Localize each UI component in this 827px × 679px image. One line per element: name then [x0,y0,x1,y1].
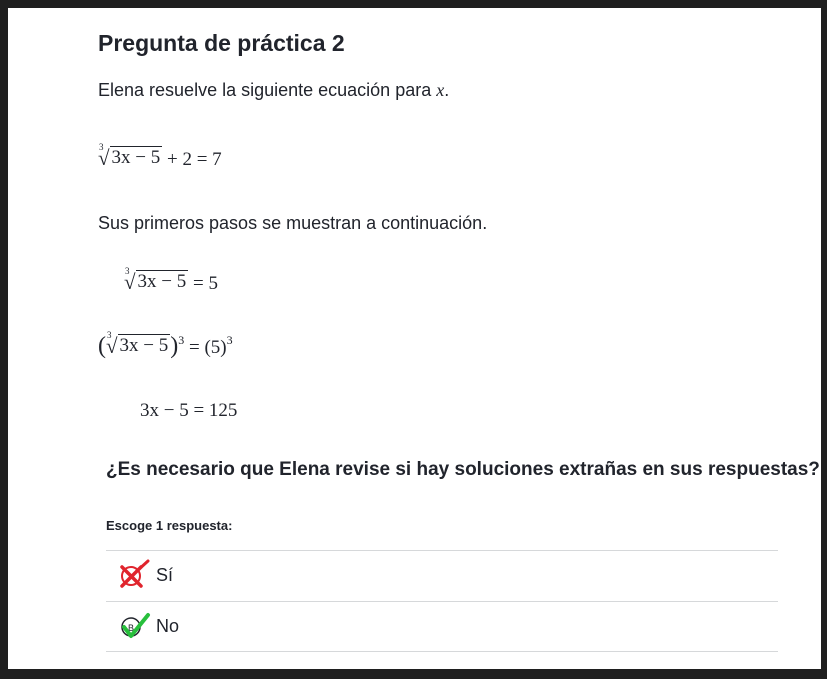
radicand: 3x − 5 [117,334,171,357]
choice-label: No [156,616,180,636]
cube-root: 3 √ 3x − 5 [124,266,189,293]
cube-root: 3 √ 3x − 5 [106,330,171,357]
root-index: 3 [125,266,130,276]
equation: 3 √ 3x − 5 + 2 = 7 [98,142,222,171]
step-2-rest: = (5) [189,337,227,358]
choice-label: Sí [156,565,174,585]
step-2: ( 3 √ 3x − 5 )3 = (5)3 [98,330,233,360]
answer-instruction: Escoge 1 respuesta: [106,518,233,533]
cube-root: 3 √ 3x − 5 [98,142,163,169]
choice-no[interactable]: B No [106,601,778,652]
step-1-rest: = 5 [193,272,218,294]
intro-prefix: Elena resuelve la siguiente ecuación par… [98,80,432,100]
radicand: 3x − 5 [109,146,163,168]
steps-intro: Sus primeros pasos se muestran a continu… [98,213,488,233]
exponent: 3 [178,333,185,347]
choice-si[interactable]: Sí [106,550,778,601]
radicand: 3x − 5 [135,270,189,292]
intro-text: Elena resuelve la siguiente ecuación par… [98,80,449,101]
incorrect-x-icon [120,559,150,588]
step-1: 3 √ 3x − 5 = 5 [124,266,218,295]
equation-rest: + 2 = 7 [167,148,222,170]
exponent-right: 3 [226,333,233,347]
root-index: 3 [99,142,104,152]
correct-check-icon: B [121,613,150,638]
page-title: Pregunta de práctica 2 [98,30,345,56]
open-paren: ( [98,333,106,359]
root-index: 3 [107,330,112,341]
intro-suffix: . [444,80,450,100]
exercise-panel: Pregunta de práctica 2 Elena resuelve la… [8,8,821,669]
step-3: 3x − 5 = 125 [140,400,238,421]
question-prompt: ¿Es necesario que Elena revise si hay so… [106,459,820,480]
